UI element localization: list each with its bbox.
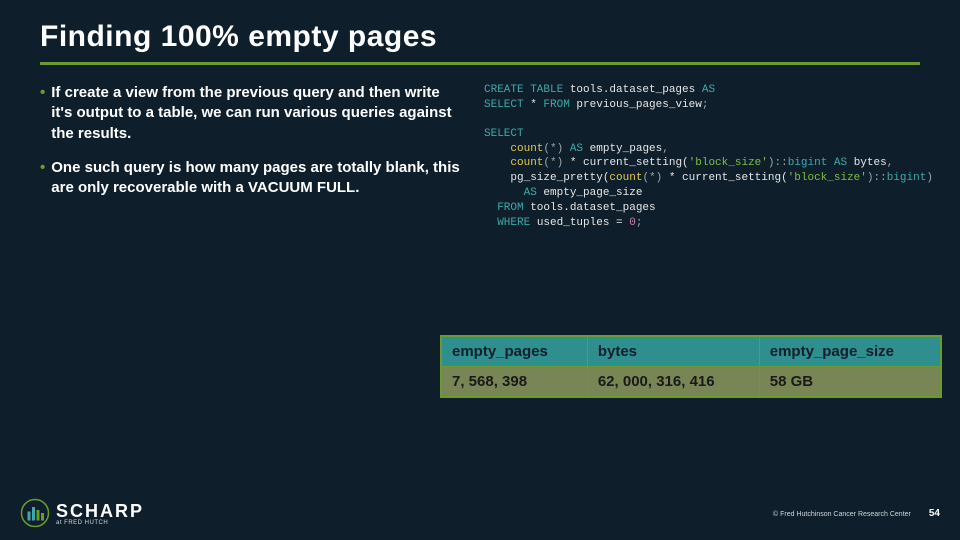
- bullet-text: One such query is how many pages are tot…: [51, 158, 460, 199]
- code-block-1: CREATE TABLE tools.dataset_pages AS SELE…: [484, 83, 933, 113]
- right-column: CREATE TABLE tools.dataset_pages AS SELE…: [484, 83, 933, 231]
- slide: Finding 100% empty pages • If create a v…: [0, 0, 960, 540]
- table-row: 7, 568, 398 62, 000, 316, 416 58 GB: [442, 367, 941, 397]
- bullet-dot-icon: •: [40, 83, 45, 144]
- copyright-text: © Fred Hutchinson Cancer Research Center: [773, 511, 911, 518]
- table-header: bytes: [587, 337, 759, 367]
- page-title: Finding 100% empty pages: [40, 20, 920, 54]
- bullet-dot-icon: •: [40, 158, 45, 199]
- footer: SCHARP at FRED HUTCH © Fred Hutchinson C…: [0, 492, 960, 540]
- results-table: empty_pages bytes empty_page_size 7, 568…: [440, 335, 942, 398]
- logo-text: SCHARP: [56, 501, 144, 522]
- code-block-2: SELECT count(*) AS empty_pages, count(*)…: [484, 127, 933, 231]
- scharp-logo-icon: [20, 498, 50, 528]
- bullet-text: If create a view from the previous query…: [51, 83, 460, 144]
- title-divider: [40, 62, 920, 65]
- table-cell: 7, 568, 398: [442, 367, 588, 397]
- table-header: empty_pages: [442, 337, 588, 367]
- logo: SCHARP at FRED HUTCH: [20, 498, 144, 528]
- table-header: empty_page_size: [759, 337, 940, 367]
- bullet-item: • If create a view from the previous que…: [40, 83, 460, 144]
- content-columns: • If create a view from the previous que…: [40, 83, 920, 231]
- table-header-row: empty_pages bytes empty_page_size: [442, 337, 941, 367]
- table: empty_pages bytes empty_page_size 7, 568…: [441, 336, 941, 397]
- logo-text-wrap: SCHARP at FRED HUTCH: [56, 501, 144, 526]
- bullet-item: • One such query is how many pages are t…: [40, 158, 460, 199]
- footer-right: © Fred Hutchinson Cancer Research Center…: [773, 508, 940, 519]
- table-cell: 62, 000, 316, 416: [587, 367, 759, 397]
- page-number: 54: [929, 508, 940, 519]
- left-column: • If create a view from the previous que…: [40, 83, 460, 231]
- table-cell: 58 GB: [759, 367, 940, 397]
